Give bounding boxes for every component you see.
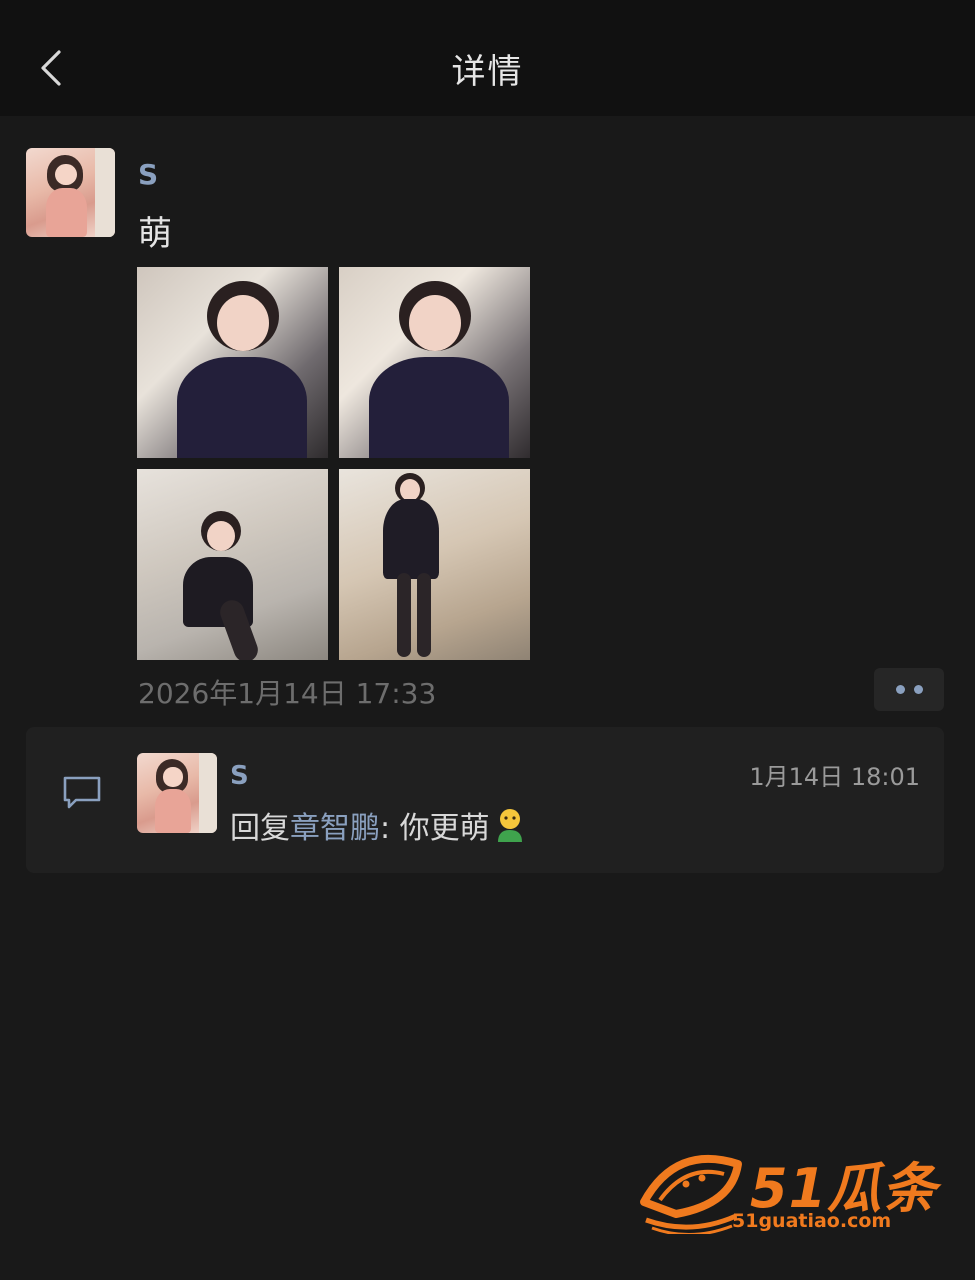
author-avatar[interactable] — [26, 148, 115, 237]
watermark-logo: 51瓜条 51guatiao.com — [636, 1140, 946, 1240]
comment-avatar[interactable] — [137, 753, 217, 833]
comment-timestamp: 1月14日 18:01 — [749, 763, 920, 791]
watermelon-logo-icon — [640, 1154, 742, 1234]
comment-panel: S 1月14日 18:01 回复章智鹏: 你更萌 — [26, 727, 944, 873]
more-actions-button[interactable] — [874, 668, 944, 711]
comment-text: 回复章智鹏: 你更萌 — [230, 803, 526, 847]
dot — [913, 685, 923, 694]
navigation-bar: 详情 — [0, 0, 975, 116]
comment-icon — [63, 776, 101, 809]
mention-link[interactable]: 章智鹏 — [290, 811, 380, 846]
post-text: 萌 — [138, 214, 172, 254]
post-photo-2[interactable] — [339, 267, 530, 458]
reply-prefix: 回复 — [230, 811, 290, 846]
watermark-url: 51guatiao.com — [732, 1210, 892, 1232]
comment-body: : 你更萌 — [380, 811, 490, 846]
dot — [895, 685, 905, 694]
post-photo-3[interactable] — [137, 469, 328, 660]
emoji-icon — [494, 808, 526, 844]
post-photo-1[interactable] — [137, 267, 328, 458]
author-name[interactable]: S — [138, 158, 158, 191]
comment-author[interactable]: S — [230, 761, 249, 791]
post-timestamp: 2026年1月14日 17:33 — [138, 677, 437, 710]
post-photo-4[interactable] — [339, 469, 530, 660]
page-title: 详情 — [451, 52, 524, 92]
